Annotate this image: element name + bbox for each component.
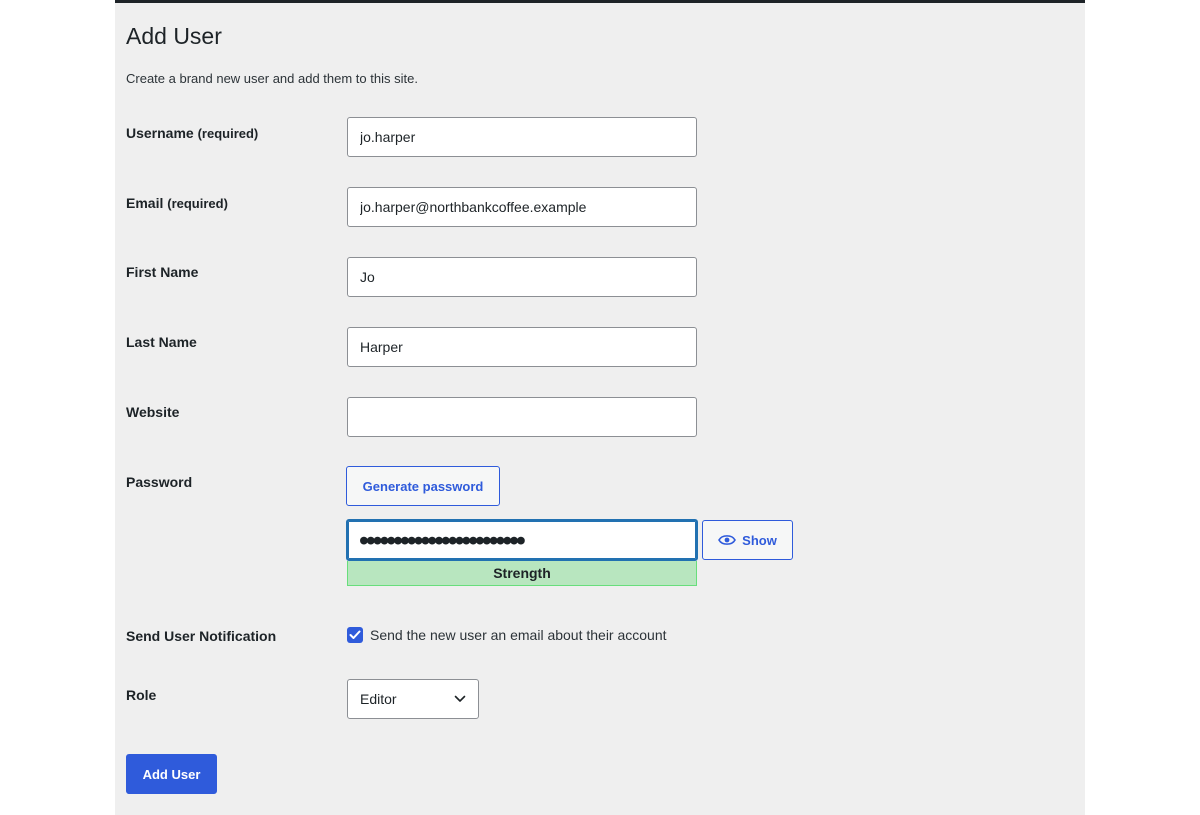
email-label: Email (required) — [126, 195, 228, 211]
username-required-note: (required) — [197, 126, 259, 141]
password-strength-meter: Strength — [347, 561, 697, 586]
email-label-text: Email — [126, 195, 164, 211]
generate-password-button[interactable]: Generate password — [346, 466, 500, 506]
website-label: Website — [126, 404, 180, 420]
website-input[interactable] — [347, 397, 697, 437]
add-user-button[interactable]: Add User — [126, 754, 217, 794]
first-name-label: First Name — [126, 264, 199, 280]
page-title: Add User — [126, 23, 222, 49]
password-input[interactable] — [346, 519, 698, 561]
role-label: Role — [126, 687, 157, 703]
checkmark-icon — [349, 630, 361, 639]
show-password-label: Show — [742, 532, 777, 548]
email-required-note: (required) — [167, 196, 228, 211]
last-name-label: Last Name — [126, 334, 197, 350]
chevron-down-icon — [454, 695, 466, 702]
show-password-button[interactable]: Show — [702, 520, 793, 560]
role-select[interactable]: Editor — [347, 679, 479, 719]
role-selected-value: Editor — [360, 691, 397, 707]
username-label-text: Username — [126, 125, 194, 141]
add-user-panel: Add User Create a brand new user and add… — [115, 0, 1085, 815]
email-input[interactable] — [347, 187, 697, 227]
notification-label: Send User Notification — [126, 628, 277, 644]
password-strength-label: Strength — [493, 565, 551, 581]
notification-checkbox[interactable] — [347, 627, 363, 643]
page-subtitle: Create a brand new user and add them to … — [126, 71, 418, 86]
notification-checkbox-label[interactable]: Send the new user an email about their a… — [370, 627, 667, 643]
first-name-input[interactable] — [347, 257, 697, 297]
eye-icon — [718, 535, 737, 545]
username-label: Username (required) — [126, 125, 258, 141]
username-input[interactable] — [347, 117, 697, 157]
password-label: Password — [126, 474, 193, 490]
last-name-input[interactable] — [347, 327, 697, 367]
